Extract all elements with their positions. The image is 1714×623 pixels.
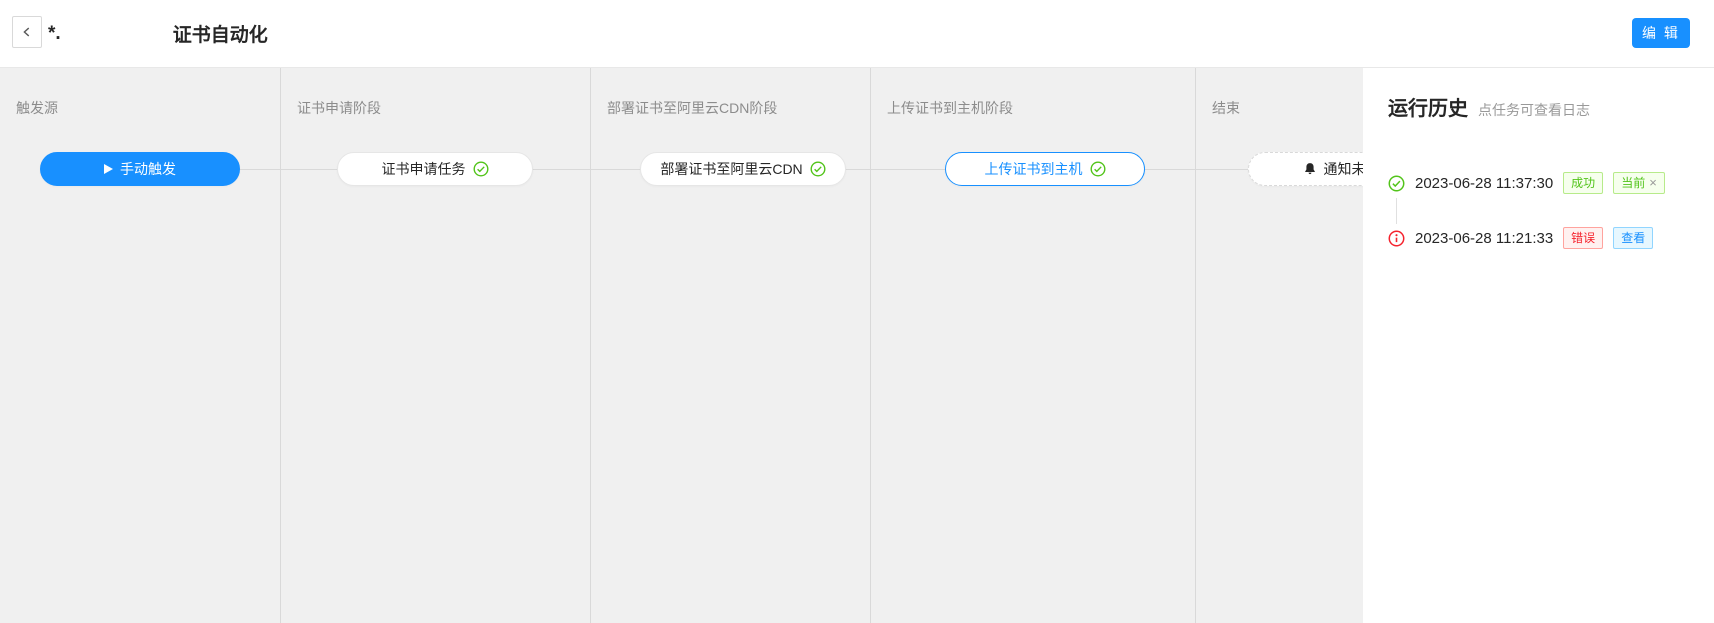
node-upload-host-task[interactable]: 上传证书到主机 bbox=[945, 152, 1145, 186]
back-button[interactable] bbox=[12, 16, 42, 48]
lane-label: 上传证书到主机阶段 bbox=[887, 98, 1013, 118]
status-badge-error: 错误 bbox=[1563, 227, 1603, 249]
history-entry: 2023-06-28 11:37:30 成功 当前 × bbox=[1388, 172, 1665, 194]
current-run-badge: 当前 × bbox=[1613, 172, 1665, 194]
lane-label: 证书申请阶段 bbox=[297, 98, 381, 118]
lane-label: 触发源 bbox=[16, 98, 58, 118]
run-timestamp: 2023-06-28 11:21:33 bbox=[1415, 230, 1553, 247]
status-badge-success: 成功 bbox=[1563, 172, 1603, 194]
timeline-connector bbox=[1396, 198, 1397, 224]
node-cert-apply-task[interactable]: 证书申请任务 bbox=[337, 152, 533, 186]
node-deploy-cdn-task[interactable]: 部署证书至阿里云CDN bbox=[640, 152, 846, 186]
node-label: 证书申请任务 bbox=[382, 159, 466, 179]
error-circle-icon bbox=[1388, 230, 1405, 247]
node-label: 手动触发 bbox=[120, 159, 176, 179]
bell-icon bbox=[1303, 162, 1317, 176]
chevron-left-icon bbox=[20, 25, 34, 39]
history-entry: 2023-06-28 11:21:33 错误 查看 bbox=[1388, 227, 1653, 249]
history-hint: 点任务可查看日志 bbox=[1478, 100, 1590, 120]
view-log-button[interactable]: 查看 bbox=[1613, 227, 1653, 249]
title-prefix: *. bbox=[48, 23, 61, 45]
page-header: *. 证书自动化 编 辑 bbox=[0, 0, 1714, 68]
masked-domain-segment bbox=[61, 23, 173, 45]
check-circle-icon bbox=[1090, 161, 1106, 177]
run-timestamp: 2023-06-28 11:37:30 bbox=[1415, 175, 1553, 192]
node-label: 上传证书到主机 bbox=[985, 159, 1083, 179]
run-history-panel: 运行历史 点任务可查看日志 2023-06-28 11:37:30 成功 当前 … bbox=[1363, 68, 1714, 623]
check-circle-icon bbox=[473, 161, 489, 177]
close-icon[interactable]: × bbox=[1649, 173, 1657, 193]
edit-button[interactable]: 编 辑 bbox=[1632, 18, 1690, 48]
play-icon bbox=[104, 164, 113, 174]
title-suffix: 证书自动化 bbox=[173, 20, 268, 47]
history-header: 运行历史 点任务可查看日志 bbox=[1388, 92, 1590, 121]
node-manual-trigger[interactable]: 手动触发 bbox=[40, 152, 240, 186]
success-circle-icon bbox=[1388, 175, 1405, 192]
lane-label: 结束 bbox=[1212, 98, 1240, 118]
node-label: 部署证书至阿里云CDN bbox=[660, 159, 802, 179]
lane-label: 部署证书至阿里云CDN阶段 bbox=[607, 98, 777, 118]
history-title: 运行历史 bbox=[1388, 92, 1468, 121]
check-circle-icon bbox=[810, 161, 826, 177]
page-title: *. 证书自动化 bbox=[48, 20, 268, 47]
